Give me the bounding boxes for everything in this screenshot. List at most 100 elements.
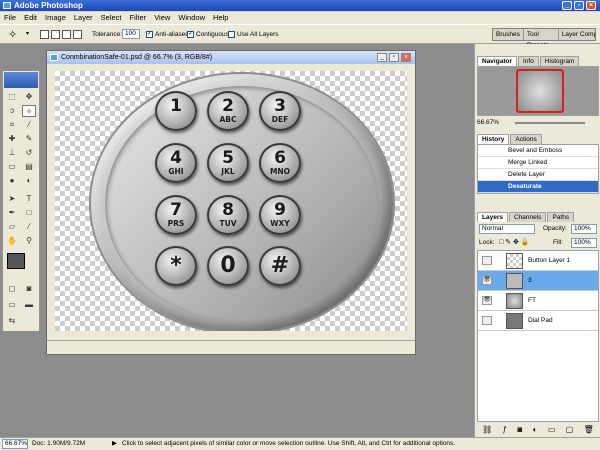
- lock-icons[interactable]: □ ✎ ✥ 🔒: [499, 238, 530, 246]
- add-to-selection-icon[interactable]: [51, 30, 60, 39]
- jump-to-imageready-icon[interactable]: ⇆: [5, 315, 19, 327]
- dodge-tool-icon[interactable]: ◐: [22, 175, 36, 187]
- menu-select[interactable]: Select: [97, 12, 126, 24]
- contiguous-checkbox[interactable]: ✓: [187, 31, 194, 38]
- path-select-icon[interactable]: ➤: [5, 193, 19, 205]
- link-layers-icon[interactable]: ⛓: [482, 424, 492, 436]
- tolerance-input[interactable]: 100: [122, 29, 140, 39]
- brush-tool-icon[interactable]: ✎: [22, 133, 36, 145]
- document-title: ConmbinationSafe-01.psd @ 66.7% (3, RGB/…: [61, 54, 213, 61]
- foreground-color-swatch[interactable]: [7, 253, 25, 269]
- notes-tool-icon[interactable]: ▱: [5, 221, 19, 233]
- layer-visibility-icon[interactable]: [482, 256, 492, 265]
- palette-well: Brushes Tool Presets Layer Comps: [492, 28, 596, 49]
- status-zoom[interactable]: 66.67%: [2, 439, 28, 449]
- navigator-zoom-slider[interactable]: [515, 122, 585, 124]
- menu-window[interactable]: Window: [174, 12, 209, 24]
- menu-layer[interactable]: Layer: [70, 12, 97, 24]
- history-item[interactable]: Merge Linked: [478, 157, 598, 169]
- minimize-button[interactable]: _: [562, 1, 572, 10]
- history-item[interactable]: Bevel and Emboss: [478, 145, 598, 157]
- layer-style-icon[interactable]: ƒ: [503, 424, 507, 436]
- healing-brush-icon[interactable]: ✚: [5, 133, 19, 145]
- layer-mask-icon[interactable]: ◙: [517, 424, 522, 436]
- key-7: 7 PRS: [155, 195, 197, 235]
- intersect-selection-icon[interactable]: [73, 30, 82, 39]
- history-item[interactable]: Delete Layer: [478, 169, 598, 181]
- slice-tool-icon[interactable]: ⁄: [22, 119, 36, 131]
- lasso-tool-icon[interactable]: ↄ: [5, 105, 19, 117]
- eye-icon[interactable]: 👁: [482, 276, 492, 285]
- pen-tool-icon[interactable]: ✒: [5, 207, 19, 219]
- canvas[interactable]: 1 2 ABC 3 DEF 4 GHI 5 JKL 6 MNO 7 PRS 8 TUV 9 WX…: [55, 71, 407, 331]
- tolerance-label: Tolerance:: [92, 31, 122, 38]
- use-all-layers-checkbox[interactable]: [228, 31, 235, 38]
- opacity-input[interactable]: 100%: [571, 224, 597, 234]
- hand-tool-icon[interactable]: ✋: [5, 235, 19, 247]
- tab-layers[interactable]: Layers: [477, 212, 508, 222]
- palette-well-tool-presets[interactable]: Tool Presets: [524, 29, 559, 49]
- menu-view[interactable]: View: [150, 12, 174, 24]
- magic-wand-tool-icon[interactable]: ✧: [22, 105, 36, 117]
- standard-mode-icon[interactable]: ◻: [5, 283, 19, 295]
- clone-stamp-icon[interactable]: ⊥: [5, 147, 19, 159]
- palette-well-layer-comps[interactable]: Layer Comps: [559, 29, 595, 40]
- menu-edit[interactable]: Edit: [20, 12, 41, 24]
- menu-filter[interactable]: Filter: [126, 12, 151, 24]
- layer-row[interactable]: Dial Pad: [478, 311, 598, 331]
- doc-maximize-button[interactable]: ▫: [389, 53, 399, 62]
- tab-histogram[interactable]: Histogram: [539, 56, 580, 66]
- tab-navigator[interactable]: Navigator: [477, 56, 517, 66]
- layer-row[interactable]: Button Layer 1: [478, 251, 598, 271]
- tool-preset-dropdown-icon[interactable]: ▾: [26, 30, 29, 37]
- close-button[interactable]: ×: [586, 1, 596, 10]
- status-doc-size[interactable]: Doc: 1.90M/9.72M: [32, 438, 85, 450]
- blur-tool-icon[interactable]: ●: [5, 175, 19, 187]
- quick-mask-icon[interactable]: ◙: [22, 283, 36, 295]
- magic-wand-tool-icon[interactable]: ✧: [8, 28, 17, 41]
- use-all-layers-label: Use All Layers: [237, 31, 279, 38]
- menu-file[interactable]: File: [0, 12, 20, 24]
- subtract-selection-icon[interactable]: [62, 30, 71, 39]
- eraser-tool-icon[interactable]: ▭: [5, 161, 19, 173]
- new-layer-icon[interactable]: ▢: [566, 424, 574, 436]
- doc-close-button[interactable]: ×: [401, 53, 411, 62]
- eyedropper-tool-icon[interactable]: ⁄: [22, 221, 36, 233]
- trash-icon[interactable]: 🗑: [584, 424, 594, 436]
- status-arrow-icon[interactable]: ▶: [112, 438, 117, 450]
- adjustment-layer-icon[interactable]: ◐: [533, 424, 538, 436]
- maximize-button[interactable]: ▫: [574, 1, 584, 10]
- eye-icon[interactable]: 👁: [482, 296, 492, 305]
- tab-info[interactable]: Info: [517, 56, 539, 66]
- zoom-tool-icon[interactable]: ⚲: [22, 235, 36, 247]
- layer-row-selected[interactable]: 👁 3: [478, 271, 598, 291]
- tab-paths[interactable]: Paths: [547, 212, 575, 222]
- palette-well-brushes[interactable]: Brushes: [493, 29, 524, 40]
- fill-input[interactable]: 100%: [571, 238, 597, 248]
- layers-footer: ⛓ ƒ ◙ ◐ ▭ ▢ 🗑: [477, 424, 599, 436]
- navigator-proxy-preview[interactable]: [516, 69, 564, 113]
- crop-tool-icon[interactable]: ⌗: [5, 119, 19, 131]
- layer-row[interactable]: 👁 FT: [478, 291, 598, 311]
- type-tool-icon[interactable]: T: [22, 193, 36, 205]
- screen-mode-1-icon[interactable]: ▭: [5, 299, 19, 311]
- move-tool-icon[interactable]: ✥: [22, 91, 36, 103]
- anti-aliased-checkbox[interactable]: ✓: [146, 31, 153, 38]
- screen-mode-2-icon[interactable]: ▬: [22, 299, 36, 311]
- shape-tool-icon[interactable]: □: [22, 207, 36, 219]
- history-brush-icon[interactable]: ↺: [22, 147, 36, 159]
- new-selection-icon[interactable]: [40, 30, 49, 39]
- menu-image[interactable]: Image: [41, 12, 70, 24]
- gradient-tool-icon[interactable]: ▤: [22, 161, 36, 173]
- menu-help[interactable]: Help: [209, 12, 232, 24]
- marquee-tool-icon[interactable]: ⬚: [5, 91, 19, 103]
- history-item-selected[interactable]: Desaturate: [478, 181, 598, 193]
- navigator-zoom-value[interactable]: 66.67%: [477, 119, 499, 126]
- layer-visibility-icon[interactable]: [482, 316, 492, 325]
- tab-history[interactable]: History: [477, 134, 510, 144]
- tab-actions[interactable]: Actions: [510, 134, 542, 144]
- new-group-icon[interactable]: ▭: [548, 424, 556, 436]
- tab-channels[interactable]: Channels: [508, 212, 547, 222]
- blend-mode-select[interactable]: Normal: [479, 224, 535, 234]
- doc-minimize-button[interactable]: _: [377, 53, 387, 62]
